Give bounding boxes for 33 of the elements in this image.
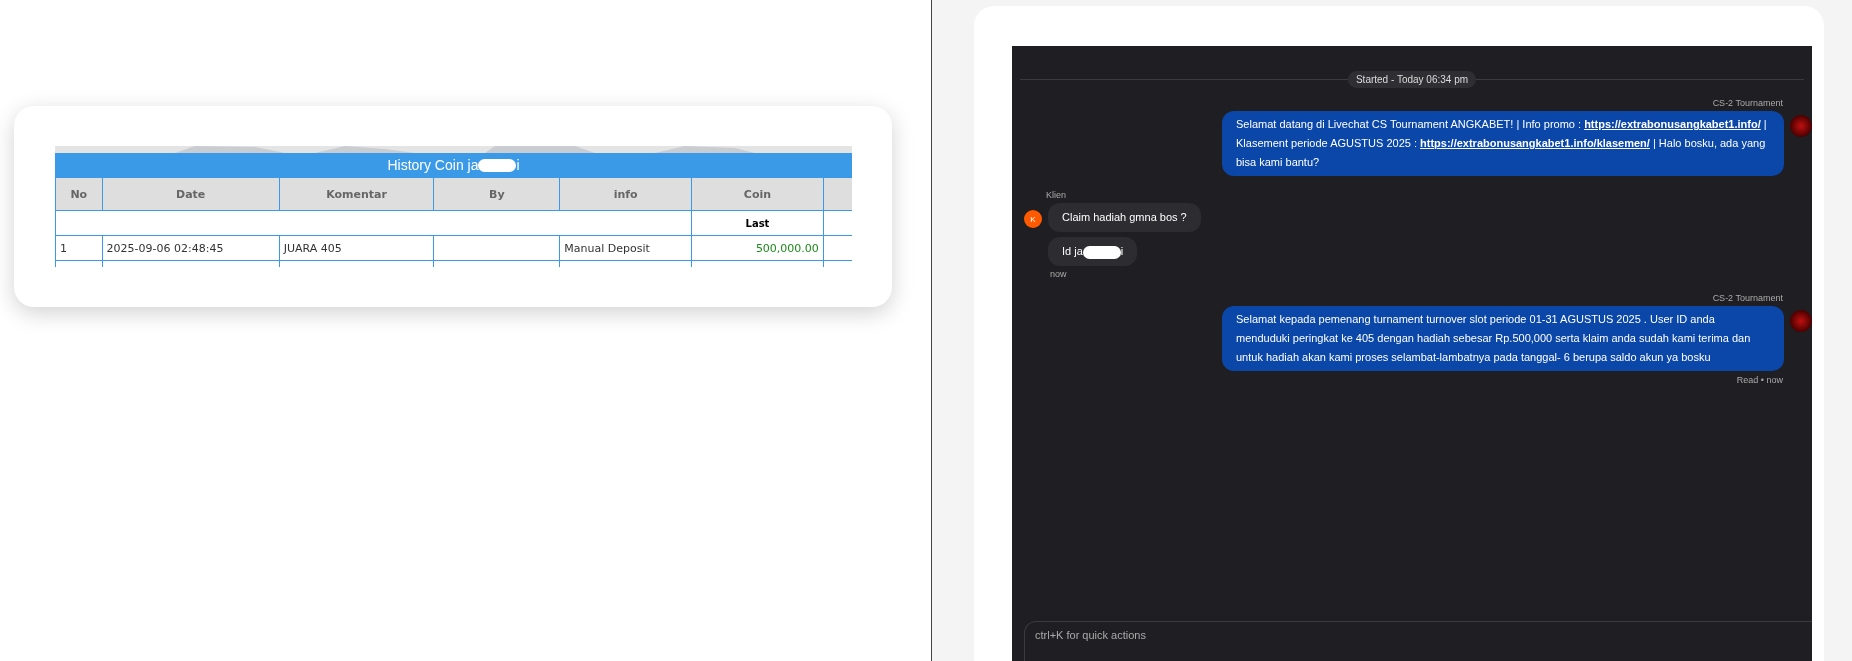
- link[interactable]: https://extrabonusangkabet1.info/klasemen/: [1420, 137, 1650, 149]
- sender-name: CS-2 Tournament: [1712, 293, 1783, 303]
- column-header: Date: [102, 177, 280, 211]
- column-header: No: [55, 177, 103, 211]
- avatar-icon: [1790, 310, 1812, 332]
- column-header: By: [433, 177, 560, 211]
- read-status: Read • now: [1736, 375, 1783, 385]
- message-text: Id ja: [1062, 245, 1083, 257]
- table-cell: 2025-09-06 02:48:45: [102, 235, 280, 261]
- redaction-mark: [478, 158, 517, 172]
- column-header: info: [559, 177, 692, 211]
- table-cell: 1: [55, 235, 103, 261]
- avatar-icon: [1790, 115, 1812, 137]
- avatar: K: [1024, 210, 1042, 228]
- table-title-text: History Coin ja: [387, 157, 479, 173]
- message-text: Selamat datang di Livechat CS Tournament ANGKABET! | Info promo : https://extrabonusangkabet1.info/ | Klasement periode AGUSTUS 2025 : https://extrabonusangkabet1.info/klasemen/ | Halo bosku, ada yang bisa kami bantu?: [1236, 118, 1767, 168]
- column-header: Komentar: [279, 177, 434, 211]
- table-title-text: i: [516, 157, 520, 173]
- column-header: Coin: [691, 177, 824, 211]
- message-text: Claim hadiah gmna bos ?: [1062, 211, 1187, 223]
- link[interactable]: https://extrabonusangkabet1.info/: [1584, 118, 1761, 130]
- sender-name: CS-2 Tournament: [1712, 98, 1783, 108]
- table-cell: Last: [691, 210, 824, 236]
- sender-name: Klien: [1046, 190, 1067, 200]
- message-input[interactable]: ctrl+K for quick actions: [1024, 621, 1812, 661]
- table-cell: 500,000.00: [691, 235, 824, 261]
- table-cell: JUARA 405: [279, 235, 434, 261]
- redaction-mark: [1082, 245, 1121, 259]
- message-text: i: [1120, 245, 1124, 257]
- session-start-label: Started - Today 06:34 pm: [1347, 71, 1477, 88]
- message-time: now: [1050, 269, 1068, 279]
- message-text: Selamat kepada pemenang turnament turnover slot periode 01-31 AGUSTUS 2025 . User ID anda menduduki peringkat ke 405 dengan hadiah sebesar Rp.500,000 serta klaim anda sudah kami terima dan untuk hadiah akan kami proses selambat-lambatnya pada tanggal- 6 berupa saldo akun ya bosku: [1236, 313, 1751, 363]
- table-cell: Manual Deposit: [559, 235, 692, 261]
